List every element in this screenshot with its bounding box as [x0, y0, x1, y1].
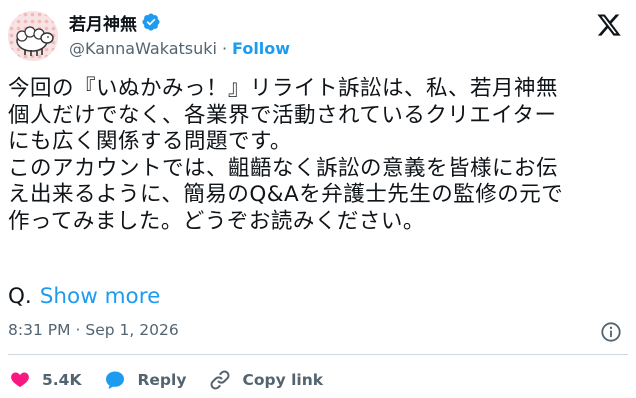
reply-label: Reply [137, 371, 187, 389]
tweet-date: Sep 1, 2026 [85, 321, 179, 339]
reply-bubble-icon [106, 371, 125, 389]
tweet-embed-card: 若月神無 @KannaWakatsuki · Follow 今回の『いぬかみっ！… [0, 0, 636, 398]
x-logo-icon[interactable] [596, 12, 622, 38]
copy-link-label: Copy link [242, 371, 324, 389]
tweet-timestamp[interactable]: 8:31 PM · Sep 1, 2026 [8, 321, 179, 339]
sheep-avatar-icon[interactable] [8, 11, 58, 61]
q-prefix: Q. [8, 284, 32, 309]
heart-icon [11, 372, 29, 388]
divider [8, 354, 628, 355]
author-handle[interactable]: @KannaWakatsuki [69, 39, 217, 58]
tweet-line: え出来るように、簡易のQ&Aを弁護士先生の監修の元で [8, 182, 564, 207]
timestamp-separator: · [75, 321, 81, 339]
author-display-name[interactable]: 若月神無 [69, 10, 137, 35]
action-bar: 5.4K Reply Copy link [8, 366, 345, 394]
truncated-line: Q. Show more [8, 284, 160, 309]
reply-button[interactable]: Reply [103, 368, 186, 392]
tweet-time: 8:31 PM [8, 321, 71, 339]
tweet-line: 今回の『いぬかみっ！』リライト訴訟は、私、若月神無 [8, 76, 559, 101]
info-icon[interactable] [600, 321, 622, 343]
follow-button[interactable]: Follow [232, 39, 290, 58]
tweet-text: 今回の『いぬかみっ！』リライト訴訟は、私、若月神無 個人だけでなく、各業界で活動… [8, 76, 628, 235]
verified-badge-icon [142, 13, 160, 31]
like-count: 5.4K [42, 371, 82, 389]
handle-separator: · [221, 39, 228, 58]
tweet-line: このアカウントでは、齟齬なく訴訟の意義を皆様にお伝 [8, 155, 559, 181]
tweet-line: にも広く関係する問題です。 [8, 129, 292, 154]
link-icon [210, 370, 230, 390]
author-name-row: 若月神無 [69, 10, 161, 35]
show-more-link[interactable]: Show more [40, 284, 161, 309]
tweet-line: 個人だけでなく、各業界で活動されているクリエイター [8, 102, 557, 128]
like-button[interactable]: 5.4K [8, 368, 81, 392]
tweet-line: 作ってみました。どうぞお読みください。 [8, 208, 425, 234]
copy-link-button[interactable]: Copy link [208, 368, 323, 392]
author-handle-row: @KannaWakatsuki · Follow [69, 39, 290, 58]
